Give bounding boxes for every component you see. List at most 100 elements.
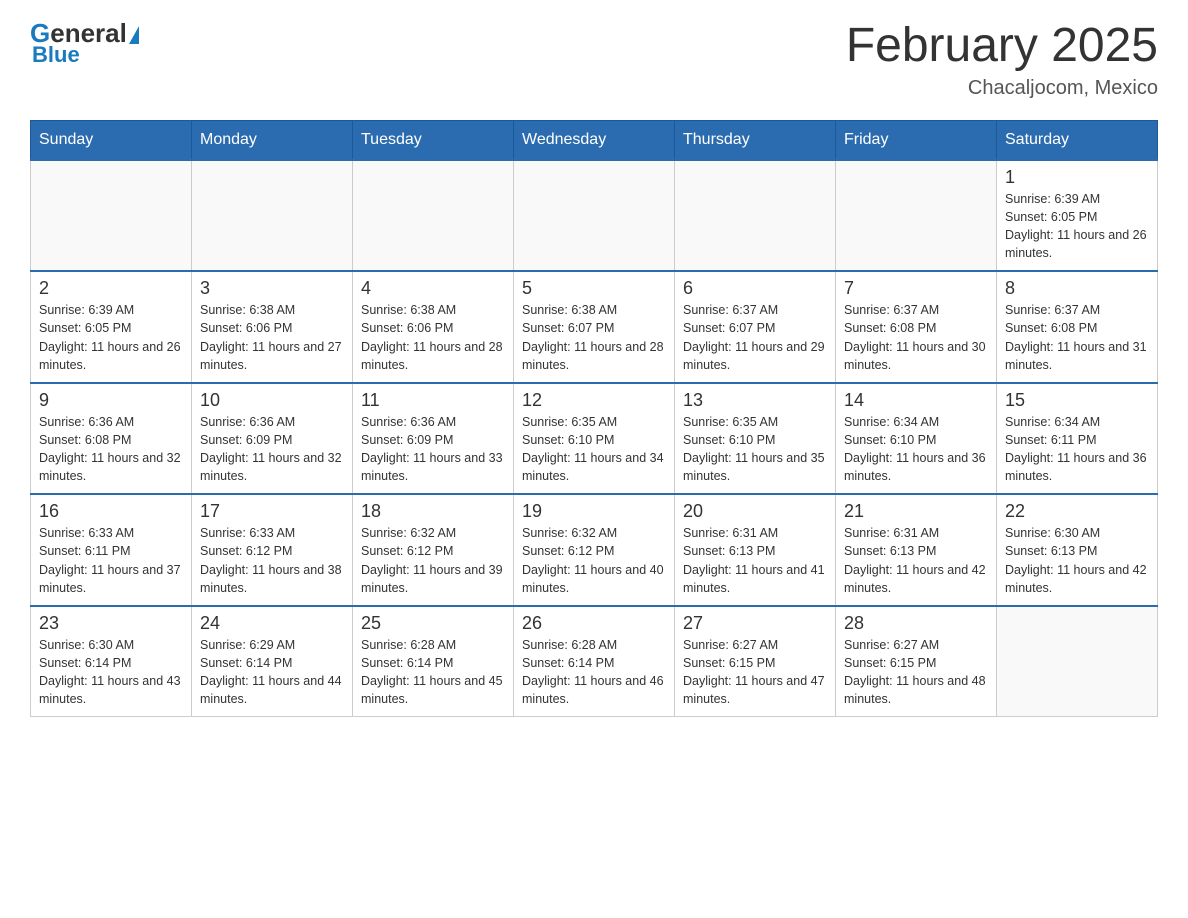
day-info: Sunrise: 6:37 AMSunset: 6:08 PMDaylight:… <box>1005 301 1149 374</box>
logo: General Blue <box>30 20 139 68</box>
day-number: 11 <box>361 390 505 411</box>
day-number: 4 <box>361 278 505 299</box>
calendar-cell: 19Sunrise: 6:32 AMSunset: 6:12 PMDayligh… <box>514 494 675 606</box>
header-friday: Friday <box>836 120 997 160</box>
header-saturday: Saturday <box>997 120 1158 160</box>
day-number: 14 <box>844 390 988 411</box>
day-info: Sunrise: 6:36 AMSunset: 6:08 PMDaylight:… <box>39 413 183 486</box>
title-section: February 2025 Chacaljocom, Mexico <box>846 20 1158 100</box>
calendar-cell: 5Sunrise: 6:38 AMSunset: 6:07 PMDaylight… <box>514 271 675 383</box>
day-number: 8 <box>1005 278 1149 299</box>
day-number: 27 <box>683 613 827 634</box>
day-info: Sunrise: 6:27 AMSunset: 6:15 PMDaylight:… <box>844 636 988 709</box>
day-info: Sunrise: 6:28 AMSunset: 6:14 PMDaylight:… <box>361 636 505 709</box>
calendar-header-row: Sunday Monday Tuesday Wednesday Thursday… <box>31 120 1158 160</box>
day-number: 7 <box>844 278 988 299</box>
calendar-cell: 24Sunrise: 6:29 AMSunset: 6:14 PMDayligh… <box>192 606 353 717</box>
day-info: Sunrise: 6:36 AMSunset: 6:09 PMDaylight:… <box>200 413 344 486</box>
day-number: 9 <box>39 390 183 411</box>
header-thursday: Thursday <box>675 120 836 160</box>
calendar-cell: 16Sunrise: 6:33 AMSunset: 6:11 PMDayligh… <box>31 494 192 606</box>
day-info: Sunrise: 6:38 AMSunset: 6:06 PMDaylight:… <box>361 301 505 374</box>
day-info: Sunrise: 6:33 AMSunset: 6:11 PMDaylight:… <box>39 524 183 597</box>
calendar-cell: 13Sunrise: 6:35 AMSunset: 6:10 PMDayligh… <box>675 383 836 495</box>
day-number: 13 <box>683 390 827 411</box>
calendar-cell <box>514 160 675 272</box>
calendar-cell: 18Sunrise: 6:32 AMSunset: 6:12 PMDayligh… <box>353 494 514 606</box>
day-info: Sunrise: 6:38 AMSunset: 6:06 PMDaylight:… <box>200 301 344 374</box>
calendar-cell <box>836 160 997 272</box>
calendar-cell <box>31 160 192 272</box>
calendar-cell: 22Sunrise: 6:30 AMSunset: 6:13 PMDayligh… <box>997 494 1158 606</box>
day-number: 25 <box>361 613 505 634</box>
header-sunday: Sunday <box>31 120 192 160</box>
day-info: Sunrise: 6:38 AMSunset: 6:07 PMDaylight:… <box>522 301 666 374</box>
location-text: Chacaljocom, Mexico <box>846 77 1158 100</box>
calendar-cell: 6Sunrise: 6:37 AMSunset: 6:07 PMDaylight… <box>675 271 836 383</box>
day-number: 6 <box>683 278 827 299</box>
calendar-cell <box>353 160 514 272</box>
header-wednesday: Wednesday <box>514 120 675 160</box>
calendar-cell: 11Sunrise: 6:36 AMSunset: 6:09 PMDayligh… <box>353 383 514 495</box>
calendar-cell: 23Sunrise: 6:30 AMSunset: 6:14 PMDayligh… <box>31 606 192 717</box>
day-info: Sunrise: 6:39 AMSunset: 6:05 PMDaylight:… <box>39 301 183 374</box>
day-info: Sunrise: 6:28 AMSunset: 6:14 PMDaylight:… <box>522 636 666 709</box>
calendar-cell <box>675 160 836 272</box>
calendar-cell <box>192 160 353 272</box>
day-number: 20 <box>683 501 827 522</box>
day-info: Sunrise: 6:30 AMSunset: 6:13 PMDaylight:… <box>1005 524 1149 597</box>
day-info: Sunrise: 6:37 AMSunset: 6:08 PMDaylight:… <box>844 301 988 374</box>
week-row-4: 16Sunrise: 6:33 AMSunset: 6:11 PMDayligh… <box>31 494 1158 606</box>
calendar-table: Sunday Monday Tuesday Wednesday Thursday… <box>30 120 1158 718</box>
day-number: 10 <box>200 390 344 411</box>
day-info: Sunrise: 6:32 AMSunset: 6:12 PMDaylight:… <box>361 524 505 597</box>
day-number: 19 <box>522 501 666 522</box>
calendar-cell: 12Sunrise: 6:35 AMSunset: 6:10 PMDayligh… <box>514 383 675 495</box>
day-number: 24 <box>200 613 344 634</box>
day-info: Sunrise: 6:32 AMSunset: 6:12 PMDaylight:… <box>522 524 666 597</box>
day-info: Sunrise: 6:27 AMSunset: 6:15 PMDaylight:… <box>683 636 827 709</box>
week-row-1: 1Sunrise: 6:39 AMSunset: 6:05 PMDaylight… <box>31 160 1158 272</box>
day-number: 18 <box>361 501 505 522</box>
day-number: 12 <box>522 390 666 411</box>
day-number: 16 <box>39 501 183 522</box>
calendar-cell: 25Sunrise: 6:28 AMSunset: 6:14 PMDayligh… <box>353 606 514 717</box>
day-info: Sunrise: 6:34 AMSunset: 6:11 PMDaylight:… <box>1005 413 1149 486</box>
day-number: 15 <box>1005 390 1149 411</box>
day-number: 26 <box>522 613 666 634</box>
calendar-cell: 17Sunrise: 6:33 AMSunset: 6:12 PMDayligh… <box>192 494 353 606</box>
day-info: Sunrise: 6:35 AMSunset: 6:10 PMDaylight:… <box>683 413 827 486</box>
day-info: Sunrise: 6:33 AMSunset: 6:12 PMDaylight:… <box>200 524 344 597</box>
day-info: Sunrise: 6:31 AMSunset: 6:13 PMDaylight:… <box>683 524 827 597</box>
month-title: February 2025 <box>846 20 1158 73</box>
calendar-cell: 2Sunrise: 6:39 AMSunset: 6:05 PMDaylight… <box>31 271 192 383</box>
calendar-cell: 1Sunrise: 6:39 AMSunset: 6:05 PMDaylight… <box>997 160 1158 272</box>
logo-blue-text: Blue <box>32 42 80 68</box>
day-number: 1 <box>1005 167 1149 188</box>
day-number: 2 <box>39 278 183 299</box>
calendar-cell: 26Sunrise: 6:28 AMSunset: 6:14 PMDayligh… <box>514 606 675 717</box>
day-info: Sunrise: 6:39 AMSunset: 6:05 PMDaylight:… <box>1005 190 1149 263</box>
calendar-cell: 20Sunrise: 6:31 AMSunset: 6:13 PMDayligh… <box>675 494 836 606</box>
calendar-cell: 8Sunrise: 6:37 AMSunset: 6:08 PMDaylight… <box>997 271 1158 383</box>
day-info: Sunrise: 6:35 AMSunset: 6:10 PMDaylight:… <box>522 413 666 486</box>
day-info: Sunrise: 6:37 AMSunset: 6:07 PMDaylight:… <box>683 301 827 374</box>
header-monday: Monday <box>192 120 353 160</box>
calendar-cell: 7Sunrise: 6:37 AMSunset: 6:08 PMDaylight… <box>836 271 997 383</box>
calendar-cell: 9Sunrise: 6:36 AMSunset: 6:08 PMDaylight… <box>31 383 192 495</box>
day-info: Sunrise: 6:31 AMSunset: 6:13 PMDaylight:… <box>844 524 988 597</box>
day-info: Sunrise: 6:30 AMSunset: 6:14 PMDaylight:… <box>39 636 183 709</box>
calendar-cell <box>997 606 1158 717</box>
calendar-cell: 10Sunrise: 6:36 AMSunset: 6:09 PMDayligh… <box>192 383 353 495</box>
day-number: 22 <box>1005 501 1149 522</box>
week-row-3: 9Sunrise: 6:36 AMSunset: 6:08 PMDaylight… <box>31 383 1158 495</box>
calendar-cell: 21Sunrise: 6:31 AMSunset: 6:13 PMDayligh… <box>836 494 997 606</box>
week-row-2: 2Sunrise: 6:39 AMSunset: 6:05 PMDaylight… <box>31 271 1158 383</box>
page-header: General Blue February 2025 Chacaljocom, … <box>30 20 1158 100</box>
calendar-cell: 27Sunrise: 6:27 AMSunset: 6:15 PMDayligh… <box>675 606 836 717</box>
calendar-cell: 4Sunrise: 6:38 AMSunset: 6:06 PMDaylight… <box>353 271 514 383</box>
calendar-cell: 28Sunrise: 6:27 AMSunset: 6:15 PMDayligh… <box>836 606 997 717</box>
header-tuesday: Tuesday <box>353 120 514 160</box>
calendar-cell: 15Sunrise: 6:34 AMSunset: 6:11 PMDayligh… <box>997 383 1158 495</box>
week-row-5: 23Sunrise: 6:30 AMSunset: 6:14 PMDayligh… <box>31 606 1158 717</box>
